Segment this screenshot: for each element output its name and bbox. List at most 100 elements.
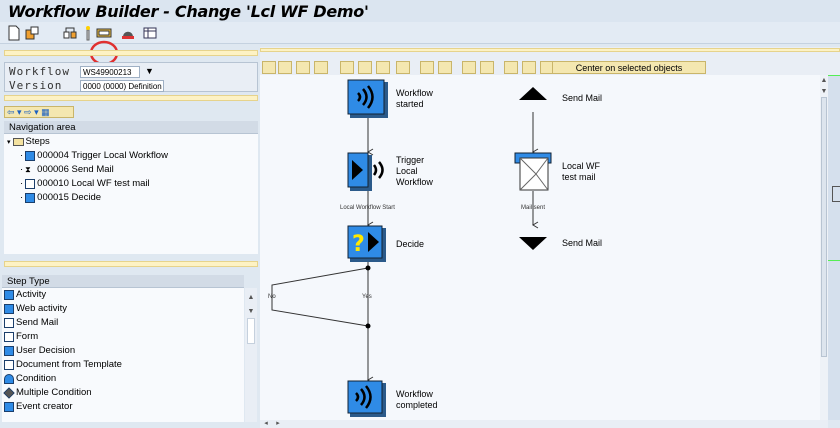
- join-dot: [365, 323, 371, 329]
- scroll-right-icon[interactable]: ▸: [274, 420, 282, 428]
- splitter-bar-right[interactable]: [260, 48, 840, 52]
- new-icon[interactable]: [262, 61, 276, 74]
- window-title: Workflow Builder - Change 'Lcl WF Demo': [0, 0, 840, 22]
- version-label: Version: [9, 79, 63, 92]
- bell-icon[interactable]: [120, 25, 136, 41]
- center-selected-button[interactable]: Center on selected objects: [552, 61, 706, 74]
- user-decision-icon: [4, 345, 14, 356]
- node-label-send-mail-bottom: Send Mail: [562, 238, 603, 248]
- document-template-icon: [4, 359, 14, 370]
- node-label-decide: Decide: [396, 239, 425, 249]
- folder-icon: [12, 137, 24, 146]
- condition-icon: [4, 373, 14, 384]
- workflow-input[interactable]: WS49900213: [80, 66, 140, 78]
- canvas-v-scrollbar[interactable]: ▲ ▼: [820, 75, 828, 420]
- list-item[interactable]: Document from Template: [4, 359, 122, 370]
- rename-icon[interactable]: [296, 61, 310, 74]
- undo-icon[interactable]: [420, 61, 434, 74]
- list-item[interactable]: Multiple Condition: [3, 386, 92, 399]
- header-form: Workflow WS49900213 ▼ Version 0000 (0000…: [4, 62, 258, 92]
- cut-icon[interactable]: [340, 61, 354, 74]
- legend-icon[interactable]: [480, 61, 494, 74]
- step-type-header: Step Type: [2, 275, 244, 288]
- send-mail-icon: ⧗: [25, 164, 31, 174]
- splitter-bar-3[interactable]: [4, 261, 258, 267]
- overview-panel: [828, 75, 840, 420]
- node-label-trigger: Trigger Local Workflow: [396, 155, 433, 187]
- paste-icon[interactable]: [376, 61, 390, 74]
- activity-icon: [4, 289, 14, 300]
- application-toolbar: [0, 22, 840, 69]
- wand-icon[interactable]: [80, 25, 96, 41]
- insert-icon[interactable]: [396, 61, 410, 74]
- edge-label-yes: Yes: [362, 294, 372, 300]
- mail-icon: [514, 152, 552, 191]
- dropdown-icon[interactable]: ▼: [145, 66, 154, 76]
- multiple-condition-icon: [3, 386, 15, 399]
- list-item[interactable]: Condition: [4, 373, 56, 384]
- decision-icon: [25, 192, 36, 203]
- web-activity-icon: [4, 303, 14, 314]
- send-mail-icon: [4, 317, 14, 328]
- list-item[interactable]: User Decision: [4, 345, 75, 356]
- list-item[interactable]: Send Mail: [4, 317, 58, 328]
- delete-icon[interactable]: [314, 61, 328, 74]
- nav-back-forward-buttons[interactable]: ⇦ ▾ ⇨ ▾ ▦: [4, 106, 74, 118]
- list-item[interactable]: Web activity: [4, 303, 67, 314]
- trigger-icon: [347, 152, 384, 191]
- tree-item[interactable]: · 000015 Decide: [20, 192, 101, 203]
- highlight-icon[interactable]: [462, 61, 476, 74]
- edge-no: [271, 267, 369, 327]
- scroll-up-icon[interactable]: ▲: [247, 294, 255, 302]
- version-select[interactable]: 0000 (0000) Definition: [80, 80, 164, 92]
- link-icon[interactable]: [62, 25, 78, 41]
- scroll-up-icon[interactable]: ▲: [820, 77, 828, 85]
- node-label-local-mail: Local WF test mail: [562, 161, 601, 182]
- branch-dot: [365, 265, 371, 271]
- new-icon[interactable]: [6, 25, 22, 41]
- zoom-in-icon[interactable]: [522, 61, 536, 74]
- node-label-send-mail-top: Send Mail: [562, 93, 603, 103]
- step-type-list: Activity Web activity Send Mail Form Use…: [2, 288, 244, 422]
- edge-label-trigger: Local Workflow Start: [340, 205, 395, 211]
- list-item[interactable]: Activity: [4, 289, 46, 300]
- send-mail-bottom-icon: [519, 237, 547, 250]
- trigger-icon: [25, 150, 36, 161]
- workflow-label: Workflow: [9, 65, 70, 78]
- send-mail-top-icon: [519, 87, 547, 100]
- workflow-graph: ?: [271, 79, 552, 417]
- splitter-bar[interactable]: [4, 50, 258, 56]
- list-item[interactable]: Form: [4, 331, 38, 342]
- scroll-down-icon[interactable]: ▼: [247, 308, 255, 316]
- node-label-end: Workflow completed: [396, 389, 438, 410]
- copy-icon[interactable]: [358, 61, 372, 74]
- decision-icon: ?: [347, 225, 386, 262]
- form-icon: [4, 331, 14, 342]
- edge-label-mail: Mail sent: [521, 205, 546, 211]
- redo-icon[interactable]: [438, 61, 452, 74]
- scroll-down-icon[interactable]: ▼: [820, 88, 828, 96]
- svg-text:?: ?: [352, 232, 365, 257]
- step-editor-icon[interactable]: [96, 25, 112, 41]
- table-icon[interactable]: [142, 25, 158, 41]
- node-label-start: Workflow started: [396, 88, 433, 109]
- workflow-canvas[interactable]: ? Workflow started Trigger Local Workflo…: [260, 75, 820, 420]
- canvas-h-scrollbar[interactable]: ◂ ▸: [260, 420, 828, 428]
- end-event-icon: [347, 380, 386, 417]
- tree-item[interactable]: · 000010 Local WF test mail: [20, 178, 150, 189]
- splitter-bar-2[interactable]: [4, 95, 258, 101]
- edit-icon[interactable]: [278, 61, 292, 74]
- tree-item[interactable]: · 000004 Trigger Local Workflow: [20, 150, 168, 161]
- align-icon[interactable]: [504, 61, 518, 74]
- copy-icon[interactable]: [24, 25, 40, 41]
- tree-root-steps[interactable]: ▾ Steps: [7, 136, 50, 147]
- start-event-icon: [347, 79, 388, 118]
- scroll-left-icon[interactable]: ◂: [262, 420, 270, 428]
- navigation-tree: ▾ Steps · 000004 Trigger Local Workflow ·…: [4, 134, 258, 254]
- event-creator-icon: [4, 401, 14, 412]
- edge-label-no: No: [268, 294, 276, 300]
- navigation-header: Navigation area: [4, 121, 258, 134]
- step-type-scrollbar[interactable]: ▲ ▼: [245, 288, 257, 422]
- tree-item[interactable]: · ⧗ 000006 Send Mail: [20, 164, 114, 175]
- list-item[interactable]: Event creator: [4, 401, 73, 412]
